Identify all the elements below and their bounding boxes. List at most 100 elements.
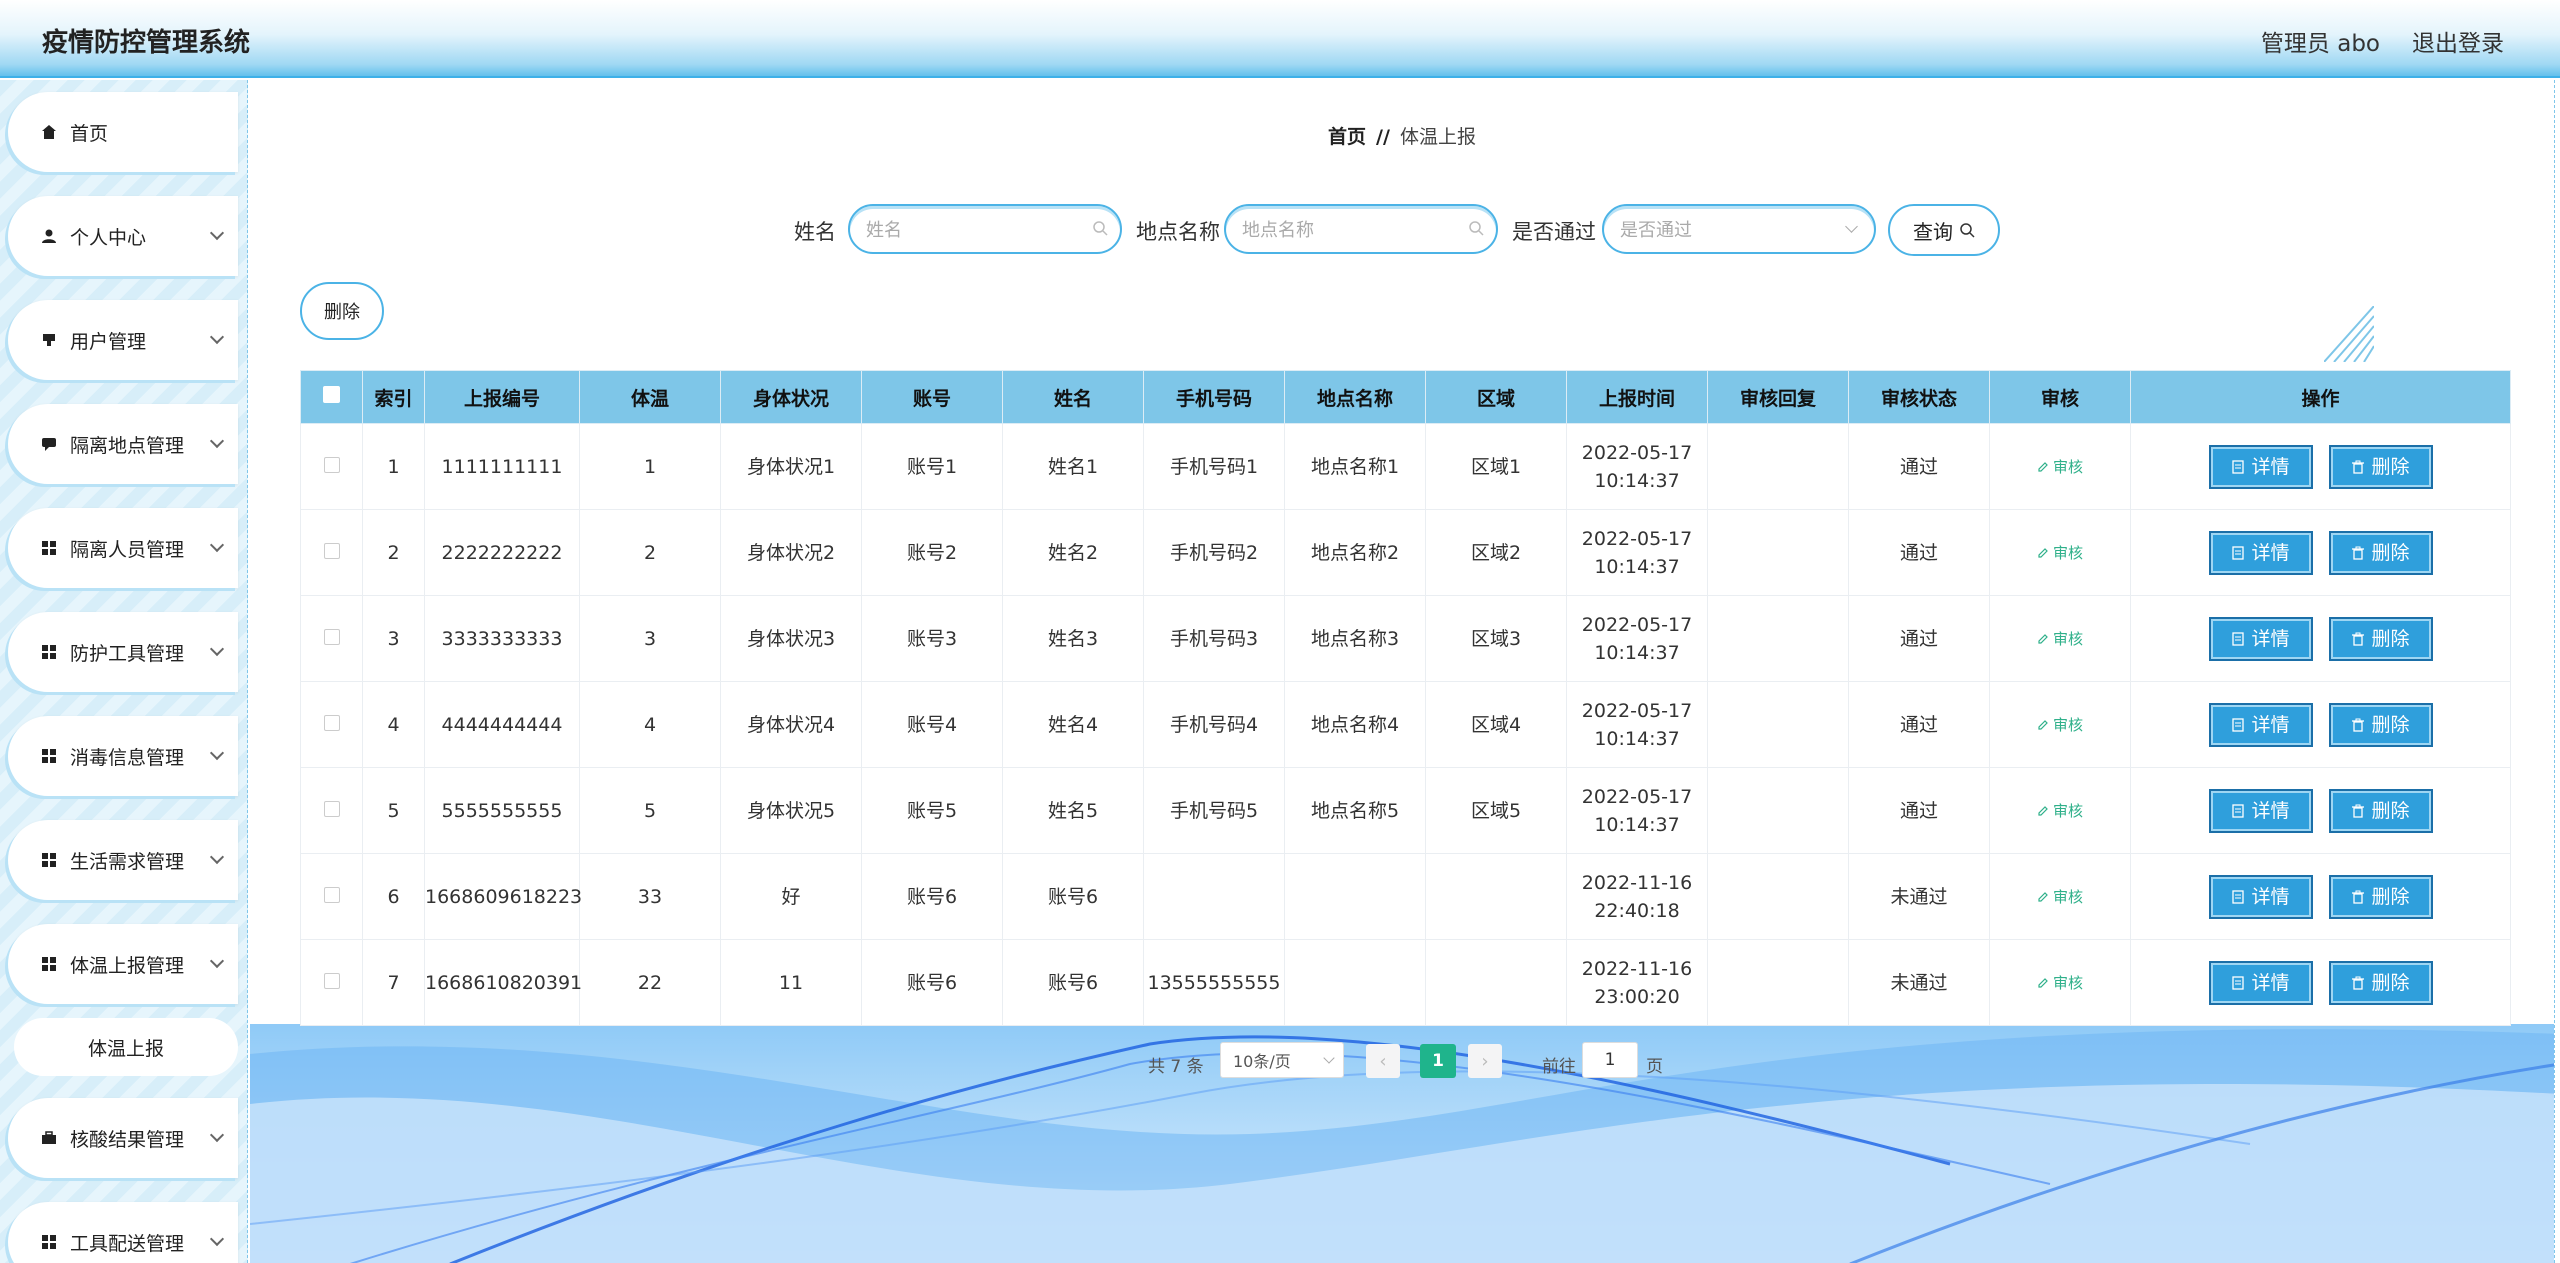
row-checkbox[interactable] [323,628,340,645]
column-header: 体温 [579,370,721,424]
sidebar-item-personal-center[interactable]: 个人中心 [8,196,238,276]
delete-label: 删除 [2371,541,2410,564]
edit-icon [2038,634,2048,644]
row-checkbox[interactable] [323,886,340,903]
delete-label: 删除 [2371,971,2410,994]
column-header: 姓名 [1002,370,1144,424]
cell-audit: 审核 [1989,681,2131,768]
cell-phone: 13555555555 [1143,939,1285,1026]
cell-name: 姓名4 [1002,681,1144,768]
sidebar-item-disinfection[interactable]: 消毒信息管理 [8,716,238,796]
page-unit-label: 页 [1646,1057,1663,1077]
row-select-cell[interactable] [300,595,363,682]
cell-actions: 详情 删除 [2130,853,2511,940]
detail-button[interactable]: 详情 [2208,960,2313,1005]
next-page-button[interactable]: › [1468,1044,1502,1078]
audit-link[interactable]: 审核 [2037,974,2083,992]
detail-label: 详情 [2251,885,2290,908]
sidebar-item-home[interactable]: 首页 [8,92,238,172]
row-select-cell[interactable] [300,423,363,510]
detail-button[interactable]: 详情 [2208,702,2313,747]
sidebar-item-temperature-mgmt[interactable]: 体温上报管理 [8,924,238,1004]
table-header-row: 索引 上报编号 体温 身体状况 账号 姓名 手机号码 地点名称 区域 上报时间 … [300,370,2511,424]
audit-link[interactable]: 审核 [2037,458,2083,476]
place-search-input[interactable]: 地点名称 [1224,204,1498,254]
bulk-delete-button[interactable]: 删除 [300,282,384,340]
cell-area: 区域1 [1425,423,1567,510]
chevron-down-icon [209,849,225,865]
cell-audit: 审核 [1989,595,2131,682]
detail-button[interactable]: 详情 [2208,530,2313,575]
sidebar-item-label: 用户管理 [70,330,147,353]
delete-label: 删除 [2371,627,2410,650]
audit-link[interactable]: 审核 [2037,888,2083,906]
chevron-left-icon: ‹ [1379,1050,1387,1072]
cell-idx: 4 [362,681,425,768]
delete-button[interactable]: 删除 [2328,788,2433,833]
cell-temp: 33 [579,853,721,940]
audit-link[interactable]: 审核 [2037,802,2083,820]
cell-temp: 1 [579,423,721,510]
breadcrumb-home[interactable]: 首页 [1328,126,1366,148]
row-select-cell[interactable] [300,853,363,940]
sidebar-item-tool-delivery[interactable]: 工具配送管理 [8,1202,238,1263]
row-checkbox[interactable] [323,542,340,559]
detail-button[interactable]: 详情 [2208,444,2313,489]
delete-button[interactable]: 删除 [2328,702,2433,747]
delete-button[interactable]: 删除 [2328,960,2433,1005]
sidebar-item-protective-tools[interactable]: 防护工具管理 [8,612,238,692]
select-all-cell[interactable] [300,370,363,424]
page-size-select[interactable]: 10条/页 [1220,1042,1344,1078]
detail-button[interactable]: 详情 [2208,788,2313,833]
goto-page-input[interactable]: 1 [1582,1042,1638,1078]
cell-area [1425,939,1567,1026]
detail-button[interactable]: 详情 [2208,616,2313,661]
delete-label: 删除 [2371,455,2410,478]
sidebar-item-nucleic-acid[interactable]: 核酸结果管理 [8,1098,238,1178]
edit-icon [2038,720,2048,730]
delete-button[interactable]: 删除 [2328,874,2433,919]
logout-link[interactable]: 退出登录 [2412,24,2504,58]
sidebar-item-living-needs[interactable]: 生活需求管理 [8,820,238,900]
cell-acct: 账号5 [861,767,1003,854]
sidebar-item-isolation-people[interactable]: 隔离人员管理 [8,508,238,588]
select-all-checkbox[interactable] [323,386,340,403]
row-select-cell[interactable] [300,681,363,768]
detail-label: 详情 [2251,541,2290,564]
audit-label: 审核 [2052,630,2083,648]
detail-button[interactable]: 详情 [2208,874,2313,919]
cell-phone: 手机号码5 [1143,767,1285,854]
row-checkbox[interactable] [323,972,340,989]
pass-select[interactable]: 是否通过 [1602,204,1876,254]
row-select-cell[interactable] [300,939,363,1026]
audit-label: 审核 [2052,974,2083,992]
page-number-current[interactable]: 1 [1420,1044,1456,1078]
cell-body: 身体状况2 [720,509,862,596]
sidebar-item-isolation-place[interactable]: 隔离地点管理 [8,404,238,484]
row-select-cell[interactable] [300,509,363,596]
row-checkbox[interactable] [323,714,340,731]
sidebar-item-user-mgmt[interactable]: 用户管理 [8,300,238,380]
prev-page-button[interactable]: ‹ [1366,1044,1400,1078]
audit-link[interactable]: 审核 [2037,716,2083,734]
audit-link[interactable]: 审核 [2037,544,2083,562]
cell-no: 3333333333 [424,595,580,682]
cell-body: 11 [720,939,862,1026]
row-select-cell[interactable] [300,767,363,854]
audit-link[interactable]: 审核 [2037,630,2083,648]
query-button[interactable]: 查询 [1888,204,2000,256]
cell-idx: 2 [362,509,425,596]
row-checkbox[interactable] [323,456,340,473]
cell-idx: 7 [362,939,425,1026]
delete-button[interactable]: 删除 [2328,616,2433,661]
row-checkbox[interactable] [323,800,340,817]
cell-actions: 详情 删除 [2130,423,2511,510]
table-row: 1 1111111111 1 身体状况1 账号1 姓名1 手机号码1 地点名称1 区域1 2022… [300,423,2511,510]
sidebar-item-label: 隔离地点管理 [70,434,185,457]
delete-button[interactable]: 删除 [2328,444,2433,489]
cell-phone [1143,853,1285,940]
sidebar-subitem-temperature-report[interactable]: 体温上报 [14,1018,238,1076]
delete-button[interactable]: 删除 [2328,530,2433,575]
name-search-input[interactable]: 姓名 [848,204,1122,254]
delete-label: 删除 [2371,885,2410,908]
